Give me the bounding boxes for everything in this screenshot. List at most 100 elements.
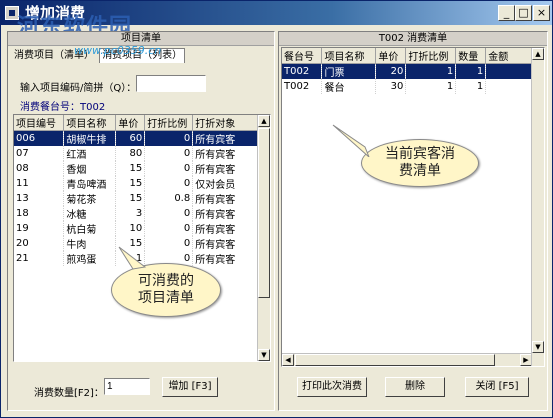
- table-cell: 08: [14, 161, 65, 176]
- table-cell: 冰糖: [63, 206, 117, 221]
- print-consumption-button[interactable]: 打印此次消费: [297, 377, 367, 397]
- table-cell: 牛肉: [63, 236, 117, 251]
- table-cell: 21: [14, 251, 65, 266]
- table-cell: 0: [144, 130, 194, 146]
- table-row[interactable]: 19 杭白菊 10 0 所有宾客: [14, 221, 258, 236]
- table-row[interactable]: 07 红酒 80 0 所有宾客: [14, 146, 258, 161]
- item-list-callout-tail: [118, 246, 147, 270]
- table-cell: 0: [144, 161, 194, 176]
- table-cell: 15: [115, 191, 146, 206]
- title-bar[interactable]: 增加消费 河东软件园 _ □ ×: [1, 1, 552, 40]
- table-cell: 18: [14, 206, 65, 221]
- table-cell: 19: [14, 221, 65, 236]
- add-button[interactable]: 增加 [F3]: [162, 377, 218, 397]
- table-cell: 0: [144, 146, 194, 161]
- consumption-column-header[interactable]: 项目名称: [321, 48, 377, 64]
- consumption-column-header[interactable]: 数量: [455, 48, 487, 64]
- add-consumption-window: 增加消费 河东软件园 _ □ × 项目清单 消费项目（清单） 消费项目（列表） …: [0, 0, 553, 418]
- consumption-table[interactable]: 餐台号项目名称单价打折比例数量金额 T002门票20112T002餐台30113…: [281, 47, 545, 367]
- watermark-url: www.pc0359.cn: [74, 44, 162, 57]
- table-cell: 1: [455, 79, 487, 94]
- table-cell: 菊花茶: [63, 191, 117, 206]
- scroll-thumb[interactable]: [258, 128, 270, 298]
- table-row[interactable]: 006 胡椒牛排 60 0 所有宾客: [14, 130, 258, 146]
- consumption-column-header[interactable]: 单价: [375, 48, 407, 64]
- maximize-button[interactable]: □: [515, 5, 532, 21]
- table-cell: 20: [14, 236, 65, 251]
- item-code-label: 输入项目编码/简拼（Q）：: [20, 83, 137, 94]
- table-row[interactable]: 18 冰糖 3 0 所有宾客: [14, 206, 258, 221]
- table-cell: 07: [14, 146, 65, 161]
- table-cell: 餐台: [321, 79, 377, 94]
- table-cell: 20: [375, 63, 407, 79]
- item-column-header[interactable]: 项目编号: [14, 115, 65, 131]
- item-column-header[interactable]: 打折对象: [192, 115, 258, 131]
- table-row[interactable]: 13 菊花茶 15 0.8 所有宾客: [14, 191, 258, 206]
- table-cell: 所有宾客: [192, 236, 258, 251]
- table-cell: 所有宾客: [192, 206, 258, 221]
- item-table-vscroll[interactable]: ▲ ▼: [257, 115, 270, 361]
- table-cell: 80: [115, 146, 146, 161]
- table-cell: 15: [115, 176, 146, 191]
- table-cell: 所有宾客: [192, 251, 258, 266]
- table-row[interactable]: T002门票20112: [282, 63, 544, 79]
- scroll-down-arrow-icon[interactable]: ▼: [532, 341, 544, 353]
- table-cell: 3: [115, 206, 146, 221]
- table-cell: 所有宾客: [192, 161, 258, 176]
- table-cell: 0.8: [144, 191, 194, 206]
- consumption-list-panel: T002 消费清单 餐台号项目名称单价打折比例数量金额 T002门票20112T…: [278, 31, 548, 411]
- table-cell: 杭白菊: [63, 221, 117, 236]
- table-cell: 1: [405, 63, 457, 79]
- stand-number-label: 消费餐台号：T002: [20, 102, 106, 113]
- table-cell: 0: [144, 176, 194, 191]
- table-cell: 胡椒牛排: [63, 130, 117, 146]
- item-column-header[interactable]: 打折比例: [144, 115, 194, 131]
- quantity-label: 消费数量[F2]：: [34, 388, 104, 399]
- table-cell: 0: [144, 206, 194, 221]
- scroll-up-arrow-icon[interactable]: ▲: [258, 115, 270, 127]
- minimize-button[interactable]: _: [498, 5, 515, 21]
- table-cell: 煎鸡蛋: [63, 251, 117, 266]
- table-cell: 红酒: [63, 146, 117, 161]
- close-button[interactable]: 关闭 [F5]: [465, 377, 529, 397]
- table-cell: 13: [14, 191, 65, 206]
- table-cell: 0: [144, 221, 194, 236]
- table-cell: 所有宾客: [192, 221, 258, 236]
- table-cell: 所有宾客: [192, 191, 258, 206]
- table-cell: 青岛啤酒: [63, 176, 117, 191]
- hscroll-thumb[interactable]: [295, 354, 495, 366]
- delete-button[interactable]: 删除: [385, 377, 445, 397]
- table-cell: 1: [455, 63, 487, 79]
- table-cell: 11: [14, 176, 65, 191]
- scroll-left-arrow-icon[interactable]: ◀: [282, 354, 294, 366]
- table-cell: 仅对会员: [192, 176, 258, 191]
- item-list-panel: 项目清单 消费项目（清单） 消费项目（列表） www.pc0359.cn 输入项…: [7, 31, 275, 411]
- consumption-list-callout: 当前宾客消 费清单: [361, 139, 479, 187]
- table-cell: 60: [115, 130, 146, 146]
- item-code-input[interactable]: [136, 75, 206, 92]
- consumption-table-vscroll[interactable]: ▲ ▼: [531, 48, 544, 366]
- item-column-header[interactable]: 项目名称: [63, 115, 117, 131]
- consumption-table-hscroll[interactable]: ◀ ▶: [282, 353, 533, 366]
- table-cell: T002: [282, 79, 323, 94]
- table-row[interactable]: 08 香烟 15 0 所有宾客: [14, 161, 258, 176]
- table-row[interactable]: T002餐台30113: [282, 79, 544, 94]
- table-cell: 所有宾客: [192, 146, 258, 161]
- table-cell: 1: [405, 79, 457, 94]
- close-window-button[interactable]: ×: [533, 5, 550, 21]
- scroll-up-arrow-icon[interactable]: ▲: [532, 48, 544, 60]
- consumption-list-header: T002 消费清单: [279, 32, 547, 46]
- scroll-down-arrow-icon[interactable]: ▼: [258, 349, 270, 361]
- item-column-header[interactable]: 单价: [115, 115, 146, 131]
- table-cell: 15: [115, 161, 146, 176]
- quantity-input[interactable]: [104, 378, 150, 395]
- item-table[interactable]: 项目编号 项目名称 单价 打折比例 打折对象 006 胡椒牛排 60 0 所有宾客 07 红酒 80 0…: [13, 114, 271, 362]
- table-row[interactable]: 11 青岛啤酒 15 0 仅对会员: [14, 176, 258, 191]
- table-cell: 10: [115, 221, 146, 236]
- consumption-column-header[interactable]: 餐台号: [282, 48, 323, 64]
- consumption-column-header[interactable]: 打折比例: [405, 48, 457, 64]
- table-cell: 香烟: [63, 161, 117, 176]
- table-cell: 所有宾客: [192, 130, 258, 146]
- consumption-list-callout-tail: [332, 124, 370, 157]
- table-cell: 30: [375, 79, 407, 94]
